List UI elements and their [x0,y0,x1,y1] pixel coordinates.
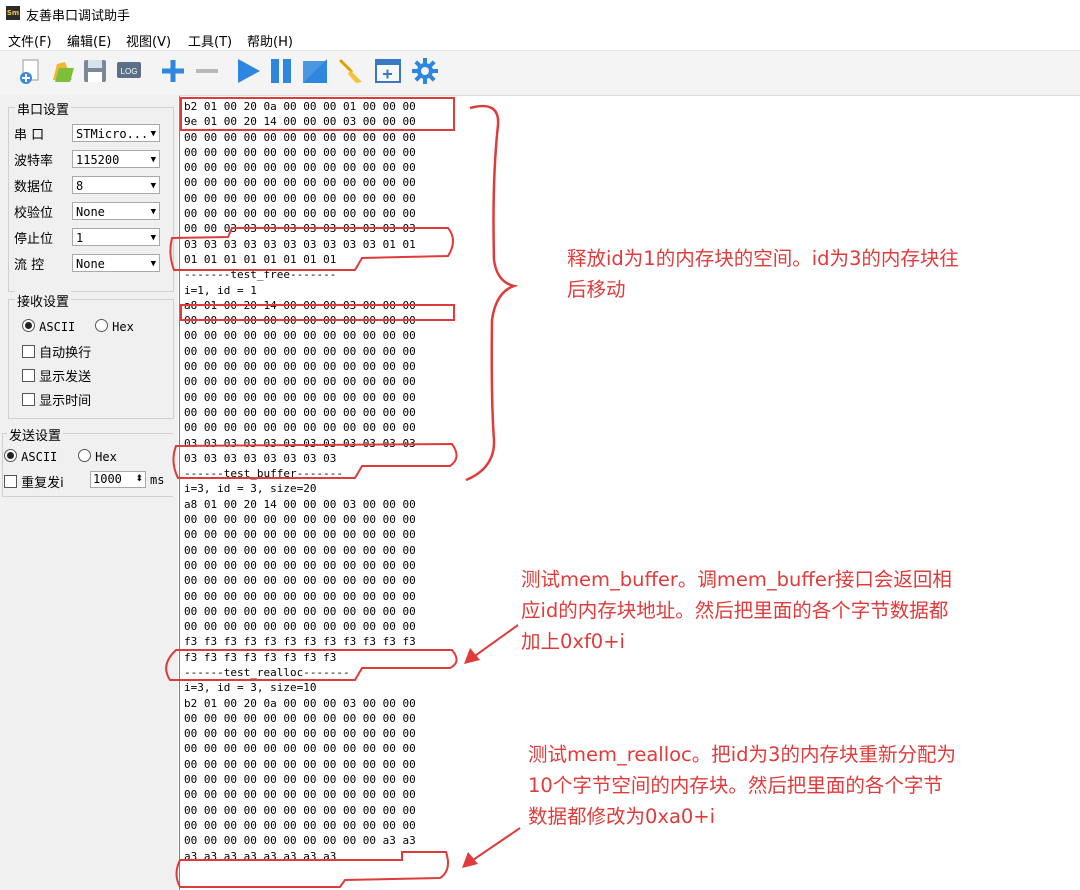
annotation-arrow-line [469,827,521,863]
annotation-box [180,97,455,131]
annotation-outline [175,851,449,888]
annotation-outline [165,649,458,681]
annotation-brace [465,104,519,482]
annotation-arrow-line [471,624,519,659]
arrow-head-icon [462,852,478,868]
annotation-outline [172,442,458,479]
annotation-realloc: 测试mem_realloc。把id为3的内存块重新分配为 10个字节空间的内存块… [528,743,956,828]
annotation-outline [169,227,454,271]
annotation-free: 释放id为1的内存块的空间。id为3的内存块往 后移动 [567,247,959,301]
annotation-box [180,304,455,321]
annotation-buffer: 测试mem_buffer。调mem_buffer接口会返回相 应id的内存块地址… [521,568,952,653]
arrow-head-icon [464,648,480,664]
